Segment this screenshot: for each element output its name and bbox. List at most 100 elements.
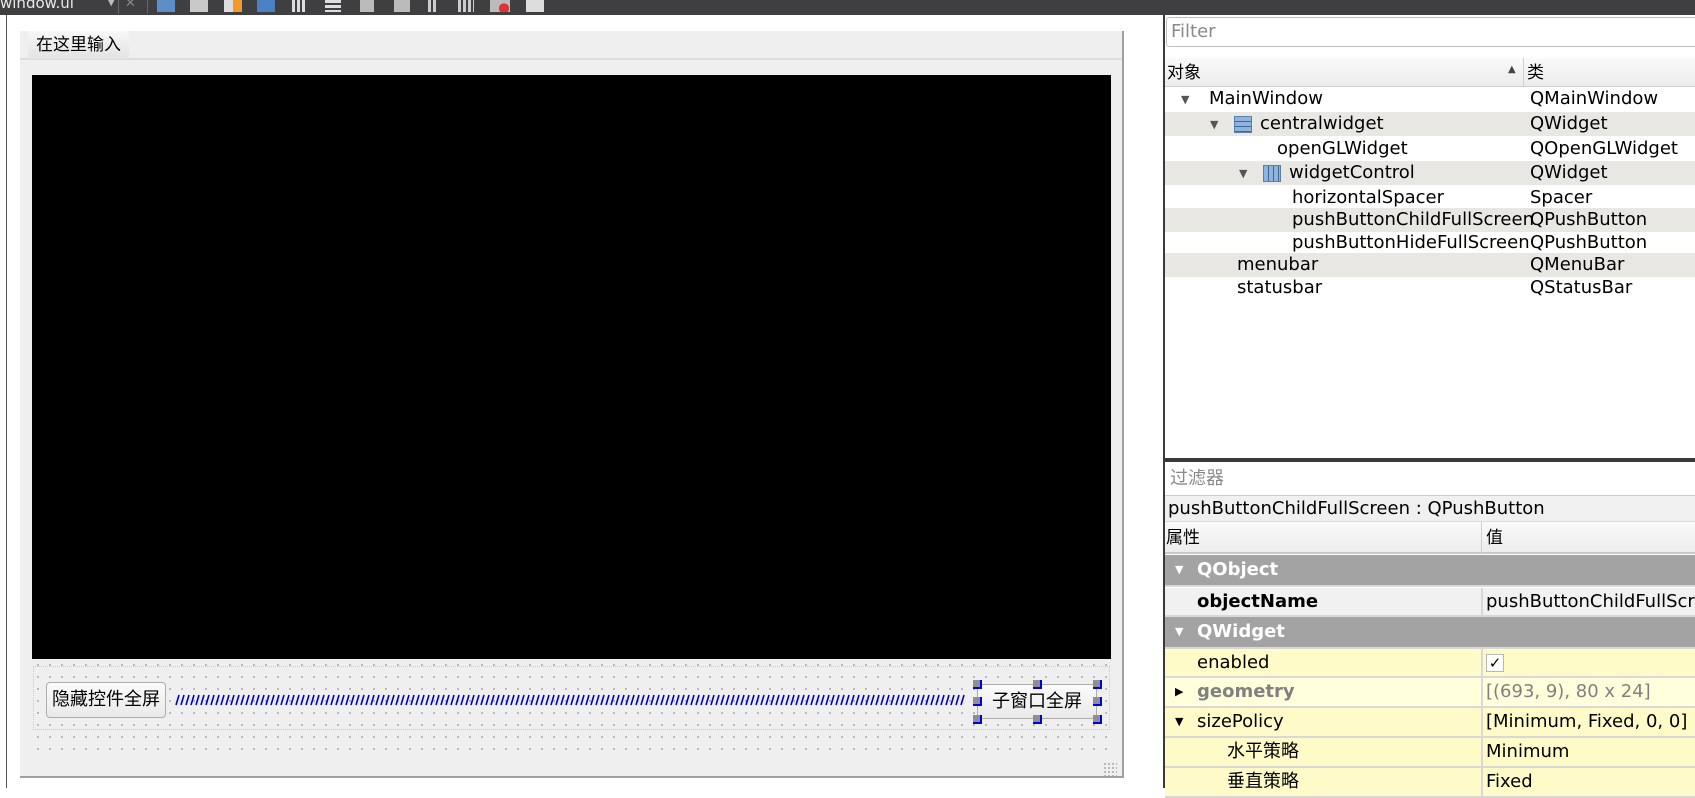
column-value[interactable]: 值	[1486, 522, 1503, 550]
collapse-arrow-icon[interactable]: ▼	[1175, 708, 1183, 736]
tree-row-menubar[interactable]: menubar QMenuBar	[1165, 253, 1695, 277]
opengl-widget[interactable]	[32, 75, 1111, 659]
property-header: 属性 值	[1165, 522, 1695, 554]
column-class[interactable]: 类	[1527, 58, 1544, 86]
object-filter-input[interactable]: Filter	[1166, 17, 1695, 47]
selection-handle[interactable]	[973, 715, 982, 724]
column-separator	[1481, 588, 1483, 615]
object-name: horizontalSpacer	[1292, 187, 1445, 208]
expand-arrow-icon[interactable]: ▼	[1210, 113, 1218, 137]
property-name: 水平策略	[1227, 741, 1299, 762]
selection-handle[interactable]	[973, 697, 982, 706]
property-value[interactable]: Fixed	[1486, 768, 1533, 796]
chevron-down-icon[interactable]: ▼	[107, 0, 115, 8]
tree-row-horizontalspacer[interactable]: horizontalSpacer Spacer	[1165, 186, 1695, 210]
canvas-border	[6, 15, 7, 788]
horizontal-spacer[interactable]	[175, 693, 965, 707]
collapse-arrow-icon[interactable]: ▼	[1175, 617, 1183, 647]
column-separator	[1481, 768, 1483, 796]
property-group-qobject[interactable]: ▼ QObject	[1165, 555, 1695, 587]
enabled-checkbox[interactable]: ✓	[1486, 654, 1504, 672]
child-fullscreen-button[interactable]: 子窗口全屏	[977, 684, 1097, 719]
property-value[interactable]: [Minimum, Fixed, 0, 0]	[1486, 708, 1687, 736]
selection-handle[interactable]	[1093, 680, 1102, 689]
property-row[interactable]: ▶ geometry [(693, 9), 80 x 24]	[1165, 678, 1695, 708]
object-class: QWidget	[1530, 162, 1608, 183]
column-separator[interactable]	[1523, 58, 1524, 86]
property-name: enabled	[1197, 652, 1270, 673]
property-name: geometry	[1197, 681, 1295, 702]
adjust-size-icon[interactable]	[526, 0, 544, 12]
property-value[interactable]: pushButtonChildFullScreen	[1486, 588, 1695, 615]
hide-fullscreen-button[interactable]: 隐藏控件全屏	[46, 682, 166, 718]
property-row[interactable]: enabled ✓	[1165, 649, 1695, 678]
tree-row-mainwindow[interactable]: ▼ MainWindow QMainWindow	[1165, 87, 1695, 111]
collapse-arrow-icon[interactable]: ▼	[1175, 555, 1183, 585]
vertical-layout-icon	[1234, 116, 1252, 133]
tree-row-widgetcontrol[interactable]: ▼ widgetControl QWidget	[1165, 161, 1695, 185]
property-filter-input[interactable]: 过滤器	[1165, 462, 1695, 496]
column-property[interactable]: 属性	[1166, 522, 1200, 550]
break-layout-icon[interactable]	[490, 0, 510, 12]
column-separator	[1481, 738, 1483, 766]
close-icon[interactable]: ✕	[125, 0, 136, 11]
selection-handle[interactable]	[1033, 715, 1042, 724]
selection-handle[interactable]	[1093, 697, 1102, 706]
layout-grid-icon[interactable]	[458, 0, 474, 12]
property-row[interactable]: 水平策略 Minimum	[1165, 738, 1695, 768]
menubar-type-here[interactable]: 在这里输入	[28, 31, 129, 59]
expand-arrow-icon[interactable]: ▼	[1239, 162, 1247, 186]
expand-arrow-icon[interactable]: ▼	[1181, 88, 1189, 112]
edit-buddies-icon[interactable]	[224, 0, 242, 12]
column-separator	[1481, 678, 1483, 706]
layout-splitter-horizontal-icon[interactable]	[360, 0, 374, 12]
object-class: QPushButton	[1530, 232, 1648, 253]
selected-object-label: pushButtonChildFullScreen : QPushButton	[1165, 496, 1695, 522]
object-class: QWidget	[1530, 113, 1608, 134]
edit-widgets-icon[interactable]	[157, 0, 175, 12]
toolbar-separator	[147, 0, 148, 14]
layout-horizontal-icon[interactable]	[292, 0, 306, 12]
object-class: QMenuBar	[1530, 254, 1625, 275]
object-name: pushButtonChildFullScreen	[1292, 209, 1534, 230]
toolbar-separator	[118, 0, 119, 14]
object-class: QOpenGLWidget	[1530, 138, 1678, 159]
selection-handle[interactable]	[973, 680, 982, 689]
property-row[interactable]: objectName pushButtonChildFullScreen	[1165, 588, 1695, 617]
edit-tab-order-icon[interactable]	[257, 0, 275, 12]
property-value[interactable]: [(693, 9), 80 x 24]	[1486, 678, 1651, 706]
designer-toolbar: window.ui ▼ ✕	[0, 0, 1695, 15]
property-value[interactable]: Minimum	[1486, 738, 1569, 766]
property-row[interactable]: ▼ sizePolicy [Minimum, Fixed, 0, 0]	[1165, 708, 1695, 738]
property-name: QWidget	[1197, 621, 1285, 642]
property-name: 垂直策略	[1227, 771, 1299, 792]
form-menubar[interactable]	[20, 31, 1122, 60]
property-name: objectName	[1197, 591, 1319, 612]
column-separator[interactable]	[1481, 522, 1482, 554]
tree-row-openglwidget[interactable]: openGLWidget QOpenGLWidget	[1165, 137, 1695, 161]
tree-row-pushbuttonchildfullscreen[interactable]: pushButtonChildFullScreen QPushButton	[1165, 208, 1695, 232]
tree-row-pushbuttonhidefullscreen[interactable]: pushButtonHideFullScreen QPushButton	[1165, 231, 1695, 255]
object-class: QMainWindow	[1530, 88, 1659, 109]
property-group-qwidget[interactable]: ▼ QWidget	[1165, 617, 1695, 649]
layout-vertical-icon[interactable]	[325, 0, 341, 12]
layout-form-icon[interactable]	[428, 0, 438, 12]
edit-signals-icon[interactable]	[190, 0, 208, 12]
tree-row-centralwidget[interactable]: ▼ centralwidget QWidget	[1165, 112, 1695, 136]
property-row[interactable]: 垂直策略 Fixed	[1165, 768, 1695, 798]
object-name: menubar	[1237, 254, 1319, 275]
open-file-selector[interactable]: window.ui	[0, 0, 74, 12]
object-name: openGLWidget	[1277, 138, 1408, 159]
selection-handle[interactable]	[1093, 715, 1102, 724]
object-class: QPushButton	[1530, 209, 1648, 230]
expand-arrow-icon[interactable]: ▶	[1175, 678, 1183, 706]
column-separator	[1481, 649, 1483, 676]
selection-handle[interactable]	[1033, 680, 1042, 689]
column-object[interactable]: 对象	[1167, 58, 1201, 86]
layout-splitter-vertical-icon[interactable]	[394, 0, 410, 12]
property-name: sizePolicy	[1197, 711, 1284, 732]
object-name: MainWindow	[1209, 88, 1323, 109]
object-class: QStatusBar	[1530, 277, 1633, 298]
size-grip-icon[interactable]	[1103, 762, 1117, 776]
tree-row-statusbar[interactable]: statusbar QStatusBar	[1165, 276, 1695, 300]
